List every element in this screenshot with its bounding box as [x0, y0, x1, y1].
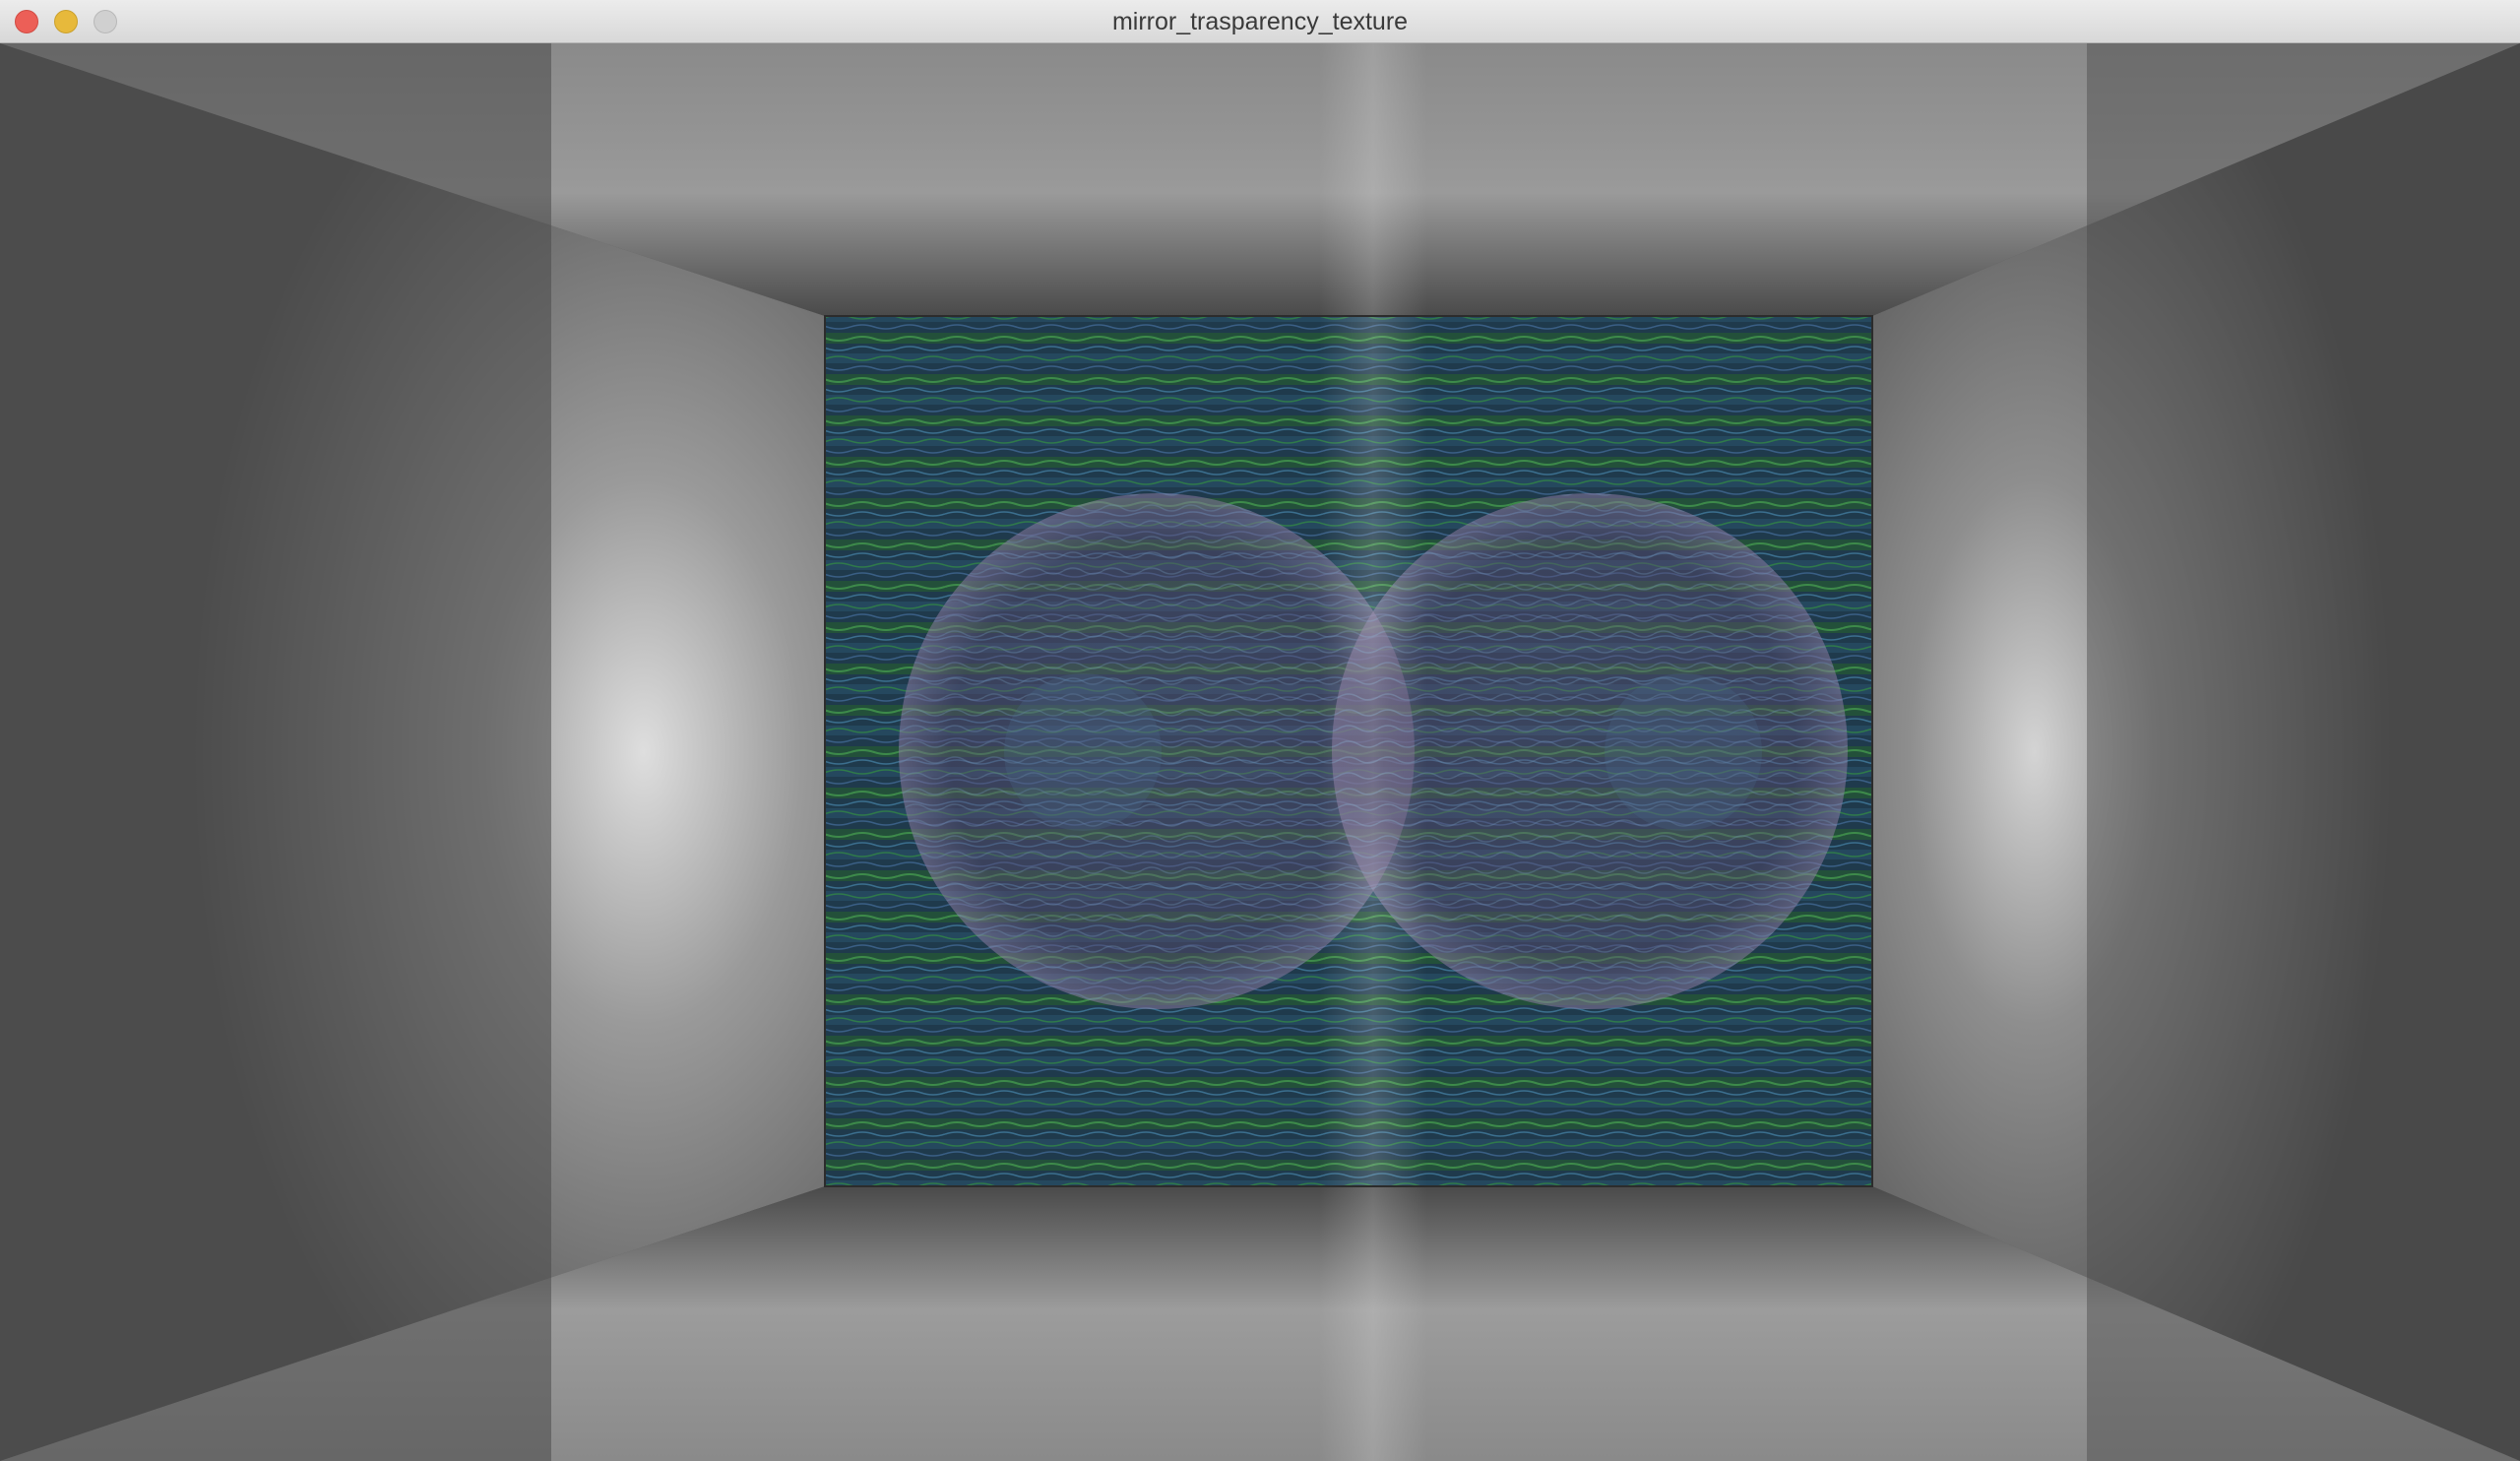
mirror-seam [1319, 43, 1427, 1461]
right-outer-shade [2087, 43, 2520, 1461]
app-window: mirror_trasparency_texture [0, 0, 2520, 1461]
render-viewport[interactable] [0, 43, 2520, 1461]
scene-canvas [0, 43, 2520, 1461]
left-outer-shade [0, 43, 551, 1461]
title-bar[interactable]: mirror_trasparency_texture [0, 0, 2520, 43]
window-title: mirror_trasparency_texture [1111, 8, 1409, 35]
